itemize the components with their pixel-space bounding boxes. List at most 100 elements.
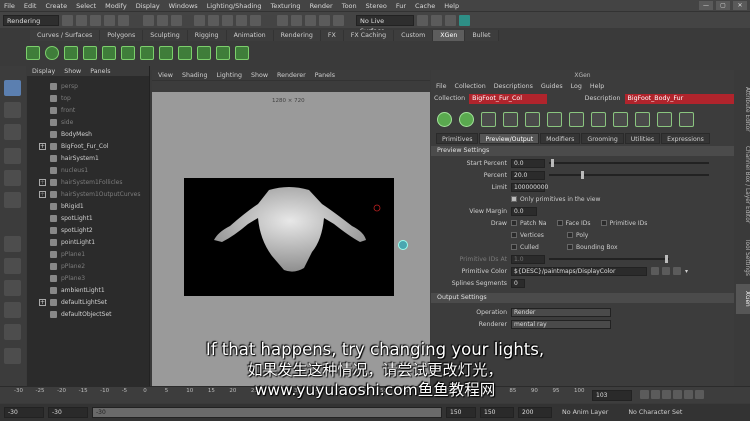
outliner-item[interactable]: spotLight1 [39,212,149,224]
redo-icon[interactable] [118,14,129,26]
xgen-tab[interactable]: XGen [736,284,750,314]
splines-segments-field[interactable]: 0 [511,278,525,288]
shelf-tab-animation[interactable]: Animation [226,30,274,41]
snap-live-icon[interactable] [250,14,261,26]
outliner-menu-show[interactable]: Show [64,68,81,75]
viewport-menu-view[interactable]: View [158,72,173,79]
shelf-tab-rigging[interactable]: Rigging [187,30,227,41]
xgen-menu-guides[interactable]: Guides [541,83,563,90]
outliner-item[interactable]: + defaultLightSet [39,296,149,308]
outliner-item[interactable]: + hairSystem1Follicles [39,176,149,188]
fx-modifiers-icon[interactable] [159,46,173,60]
groom-icon[interactable] [121,46,135,60]
outliner-item[interactable]: pointLight1 [39,236,149,248]
menu-create[interactable]: Create [45,2,67,10]
viewport-menu-show[interactable]: Show [251,72,268,79]
sculpt-guides-icon[interactable] [503,111,518,127]
add-description-icon[interactable] [437,111,452,127]
menu-stereo[interactable]: Stereo [366,2,387,10]
xgen-tab-primitives[interactable]: Primitives [436,133,479,144]
toggle-guides-icon[interactable] [83,46,97,60]
range-end-field[interactable]: 150 [446,407,476,418]
select-component-icon[interactable] [171,14,182,26]
outliner-item[interactable]: spotLight2 [39,224,149,236]
scale-tool-icon[interactable] [4,192,21,208]
attribute-editor-tab[interactable]: Attribute Editor [736,80,750,138]
primitive-ids-checkbox[interactable] [600,220,607,226]
vertices-checkbox[interactable] [511,232,517,238]
create-guides-icon[interactable] [459,111,474,127]
xgen-toggle-icon[interactable] [459,14,470,26]
anim-layer-label[interactable]: No Anim Layer [562,409,608,416]
hypershade-icon[interactable] [333,14,344,26]
description-dropdown[interactable]: BigFoot_Body_Fur [624,93,734,104]
select-guides-icon[interactable] [64,46,78,60]
collection-icon[interactable] [178,46,192,60]
xgen-tab-utilities[interactable]: Utilities [624,133,661,144]
shelf-tab-fx[interactable]: FX [320,30,344,41]
outliner-item[interactable]: side [39,116,149,128]
playback-end-field[interactable]: 150 [480,407,514,418]
expand-icon[interactable]: + [39,298,46,306]
channel-box-tab[interactable]: Channel Box / Layer Editor [736,140,750,230]
shelf-tab-xgen[interactable]: XGen [433,30,466,41]
export-icon[interactable] [197,46,211,60]
select-hierarchy-icon[interactable] [143,14,154,26]
outliner-layout-icon[interactable] [4,280,21,296]
patch-names-checkbox[interactable] [511,220,517,226]
xgen-window-icon[interactable] [216,46,230,60]
start-percent-slider[interactable] [549,159,709,167]
outliner-item[interactable]: top [39,92,149,104]
menu-edit[interactable]: Edit [24,2,37,10]
outliner-menu-panels[interactable]: Panels [90,68,110,75]
outliner-item[interactable]: defaultObjectSet [39,308,149,320]
limit-field[interactable]: 100000000 [511,182,548,192]
collection-dropdown[interactable]: BigFoot_Fur_Col [469,93,547,104]
viewport-menu-panels[interactable]: Panels [315,72,335,79]
graph-editor-layout-icon[interactable] [4,302,21,318]
live-surface-field[interactable]: No Live Surface [356,14,414,35]
menu-help[interactable]: Help [444,2,459,10]
expand-icon[interactable]: + [39,190,46,198]
outliner-item[interactable]: pPlane3 [39,272,149,284]
animation-start-field[interactable]: -30 [4,407,44,418]
move-tool-icon[interactable] [4,148,21,164]
operation-dropdown[interactable]: Render [511,307,611,317]
shelf-tab-bullet[interactable]: Bullet [465,30,499,41]
primitive-ids-at-field[interactable]: 1.0 [511,254,545,264]
groom-brush-icon[interactable] [140,46,154,60]
create-description-icon[interactable] [26,46,40,60]
shelf-tab-curves-surfaces[interactable]: Curves / Surfaces [30,30,101,41]
new-scene-icon[interactable] [62,14,73,26]
minimize-button[interactable]: — [699,1,713,10]
add-guide-icon[interactable] [547,111,562,127]
shelf-tab-custom[interactable]: Custom [394,30,434,41]
menu-lighting-shading[interactable]: Lighting/Shading [207,2,262,10]
output-settings-header[interactable]: Output Settings [431,293,734,303]
move-guides-icon[interactable] [481,111,496,127]
outliner-item[interactable]: bRigid1 [39,200,149,212]
snap-curve-icon[interactable] [208,14,219,26]
save-scene-icon[interactable] [90,14,101,26]
menu-fur[interactable]: Fur [396,2,406,10]
view-cube-icon[interactable] [398,240,408,250]
snap-grid-icon[interactable] [194,14,205,26]
xgen-menu-help[interactable]: Help [590,83,604,90]
outliner-item[interactable]: ambientLight1 [39,284,149,296]
menu-texturing[interactable]: Texturing [271,2,301,10]
paint-brush-icon[interactable] [651,267,659,275]
percent-field[interactable]: 20.0 [511,170,545,180]
poly-checkbox[interactable] [567,232,573,238]
shelf-tab-rendering[interactable]: Rendering [273,30,321,41]
expression-editor-icon[interactable] [662,267,670,275]
open-scene-icon[interactable] [76,14,87,26]
xgen-tab-expressions[interactable]: Expressions [661,133,710,144]
close-button[interactable]: ✕ [733,1,747,10]
outliner-menu-display[interactable]: Display [32,68,55,75]
render-settings-icon[interactable] [319,14,330,26]
xgen-menu-file[interactable]: File [436,83,447,90]
renderer-dropdown[interactable]: mental ray [511,319,611,329]
preview-settings-header[interactable]: Preview Settings [431,146,734,156]
outliner-item[interactable]: + hairSystem1OutputCurves [39,188,149,200]
snap-surface-icon[interactable] [236,14,247,26]
